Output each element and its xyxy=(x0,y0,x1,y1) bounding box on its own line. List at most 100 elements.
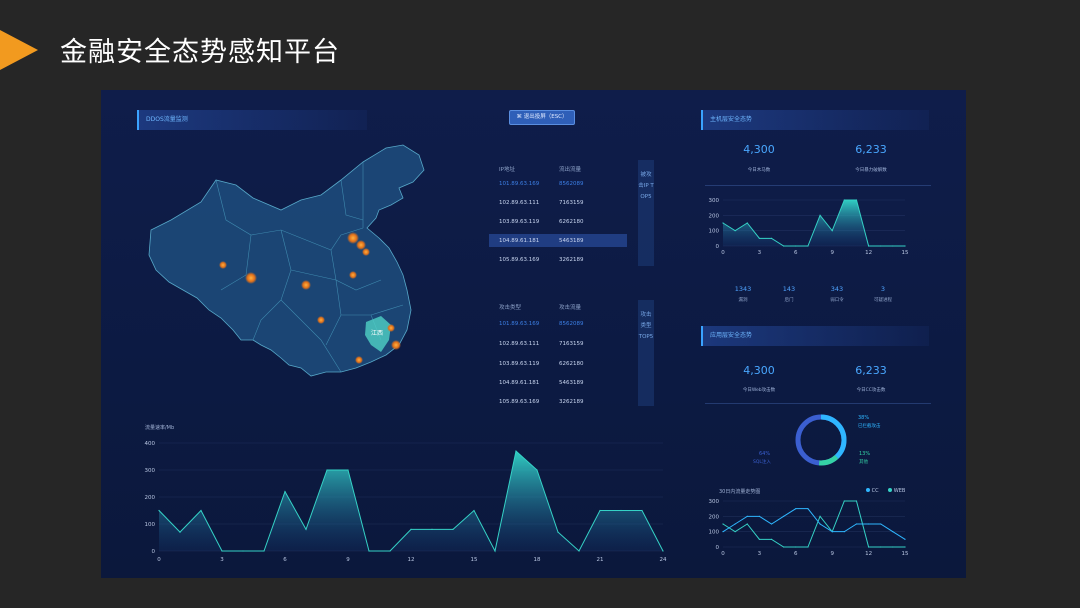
china-map: 江西 xyxy=(148,144,425,377)
x-tick-label: 15 xyxy=(902,551,909,557)
data-point xyxy=(347,469,349,471)
y-tick-label: 0 xyxy=(716,545,720,551)
data-point xyxy=(722,222,724,224)
y-tick-label: 100 xyxy=(709,229,720,235)
data-point xyxy=(284,491,286,493)
donut-label-blocked: 已拦截攻击 xyxy=(858,422,881,429)
slide: 金融安全态势感知平台 DDOS流量监测 ⌘ 退出投屏（ESC） 江西 IP地址 … xyxy=(0,0,1080,608)
attack-point xyxy=(301,280,311,290)
divider xyxy=(705,185,931,186)
data-point xyxy=(843,199,845,201)
data-point xyxy=(758,538,760,540)
x-tick-label: 15 xyxy=(902,250,909,256)
y-tick-label: 200 xyxy=(145,495,156,501)
y-tick-label: 100 xyxy=(145,522,156,528)
attack-point xyxy=(349,271,357,279)
cc-attack-label: 今日CC攻击数 xyxy=(856,388,886,393)
attack-point xyxy=(317,316,325,324)
data-point xyxy=(880,546,882,548)
attack-point xyxy=(391,340,401,350)
donut-pct-other: 13% xyxy=(859,451,870,457)
x-tick-label: 6 xyxy=(283,557,287,563)
trojan-label: 今日木马数 xyxy=(747,168,771,173)
x-tick-label: 24 xyxy=(660,557,667,563)
x-tick-label: 0 xyxy=(721,551,725,557)
donut-pct-sql: 64% xyxy=(759,451,770,457)
x-tick-label: 12 xyxy=(865,250,872,256)
exit-fullscreen-button[interactable]: ⌘ 退出投屏（ESC） xyxy=(509,110,575,125)
x-tick-label: 9 xyxy=(830,551,834,557)
data-point xyxy=(515,450,517,452)
web-attack-label: 今日Web攻击数 xyxy=(742,388,776,393)
data-point xyxy=(734,523,736,525)
top5-tag: 攻击类型 TOP5 xyxy=(638,300,654,406)
web-attack-count: 4,300 xyxy=(743,364,775,377)
data-point xyxy=(868,523,870,525)
traffic-trend-chart: 0 100 200 300 0 3 6 9 12 15 xyxy=(709,499,909,557)
data-point xyxy=(734,230,736,232)
data-point xyxy=(389,550,391,552)
x-tick-label: 0 xyxy=(157,557,161,563)
x-tick-label: 18 xyxy=(534,557,541,563)
data-point xyxy=(795,546,797,548)
attack-point xyxy=(362,248,370,256)
y-tick-label: 300 xyxy=(709,198,720,204)
data-point xyxy=(494,550,496,552)
data-point xyxy=(807,508,809,510)
attack-point xyxy=(355,356,363,364)
y-tick-label: 0 xyxy=(152,549,156,555)
y-tick-label: 100 xyxy=(709,530,720,536)
data-point xyxy=(880,523,882,525)
y-tick-label: 0 xyxy=(716,244,720,250)
data-point xyxy=(305,528,307,530)
data-point xyxy=(599,509,601,512)
area-fill xyxy=(159,451,663,551)
x-tick-label: 0 xyxy=(721,250,725,256)
data-point xyxy=(819,214,821,216)
data-point xyxy=(557,531,559,533)
weakpass-stat: 343 弱口令 xyxy=(830,285,844,303)
host-trend-chart: 0 100 200 300 0 3 6 9 12 15 xyxy=(709,198,909,256)
y-tick-label: 200 xyxy=(709,213,720,219)
data-point xyxy=(746,523,748,525)
y-tick-label: 200 xyxy=(709,514,720,520)
data-point xyxy=(831,230,833,232)
data-point xyxy=(831,531,833,533)
data-point xyxy=(746,222,748,224)
data-point xyxy=(578,550,580,552)
bruteforce-count: 6,233 xyxy=(855,143,887,156)
data-point xyxy=(641,509,643,512)
data-point xyxy=(868,245,870,247)
data-point xyxy=(770,538,773,540)
x-tick-label: 3 xyxy=(220,557,224,563)
data-point xyxy=(904,546,906,548)
data-point xyxy=(783,245,785,247)
data-point xyxy=(795,508,797,510)
data-point xyxy=(819,515,821,517)
data-point xyxy=(662,550,664,552)
y-tick-label: 400 xyxy=(145,441,156,447)
data-point xyxy=(880,245,882,247)
vuln-stat: 1343 漏洞 xyxy=(734,285,752,303)
host-panel-header: 主机层安全态势 xyxy=(701,110,929,130)
app-panel-title: 应用层安全态势 xyxy=(710,332,753,339)
map-label-jiangxi: 江西 xyxy=(371,330,383,337)
cc-attack-count: 6,233 xyxy=(855,364,887,377)
data-point xyxy=(783,546,785,548)
data-point xyxy=(843,531,845,533)
x-tick-label: 15 xyxy=(471,557,478,563)
data-point xyxy=(179,531,181,533)
attack-point xyxy=(219,261,227,269)
x-tick-label: 12 xyxy=(408,557,415,563)
data-point xyxy=(868,546,870,548)
series-line xyxy=(722,508,906,540)
backdoor-stat: 143 后门 xyxy=(782,285,796,303)
x-tick-label: 9 xyxy=(346,557,350,563)
data-point xyxy=(431,528,433,530)
data-point xyxy=(892,546,894,548)
data-point xyxy=(242,550,244,552)
data-point xyxy=(819,523,821,525)
data-point xyxy=(892,531,894,533)
area-fill xyxy=(723,200,905,246)
bruteforce-label: 今日暴力破解数 xyxy=(855,168,887,173)
